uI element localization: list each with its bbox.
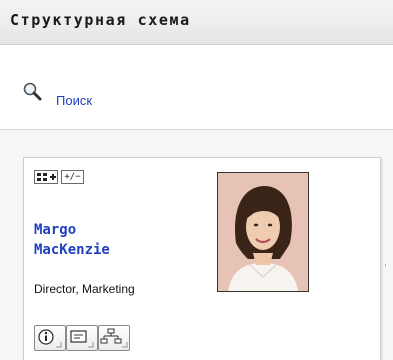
person-job-title: Director, Marketing xyxy=(34,282,135,296)
magnifier-icon[interactable] xyxy=(22,82,50,104)
expand-collapse-button[interactable]: +/− xyxy=(61,170,84,184)
search-section: Поиск xyxy=(0,45,393,130)
panel-title: Структурная схема xyxy=(10,11,191,29)
message-button[interactable] xyxy=(66,325,98,351)
search-link[interactable]: Поиск xyxy=(56,93,92,108)
divider-mark xyxy=(385,264,386,267)
org-structure-toggle-icon[interactable] xyxy=(34,170,58,184)
person-photo xyxy=(217,172,309,292)
person-last-name[interactable]: MacKenzie xyxy=(34,240,110,260)
org-chart-page: Структурная схема Поиск +/− Margo MacKen… xyxy=(0,0,393,360)
person-card: +/− Margo MacKenzie Director, Marketing xyxy=(23,157,381,360)
person-first-name[interactable]: Margo xyxy=(34,220,110,240)
info-button[interactable] xyxy=(34,325,66,351)
org-chart-button[interactable] xyxy=(98,325,130,351)
panel-header: Структурная схема xyxy=(0,0,393,45)
person-name-link[interactable]: Margo MacKenzie xyxy=(34,220,110,260)
